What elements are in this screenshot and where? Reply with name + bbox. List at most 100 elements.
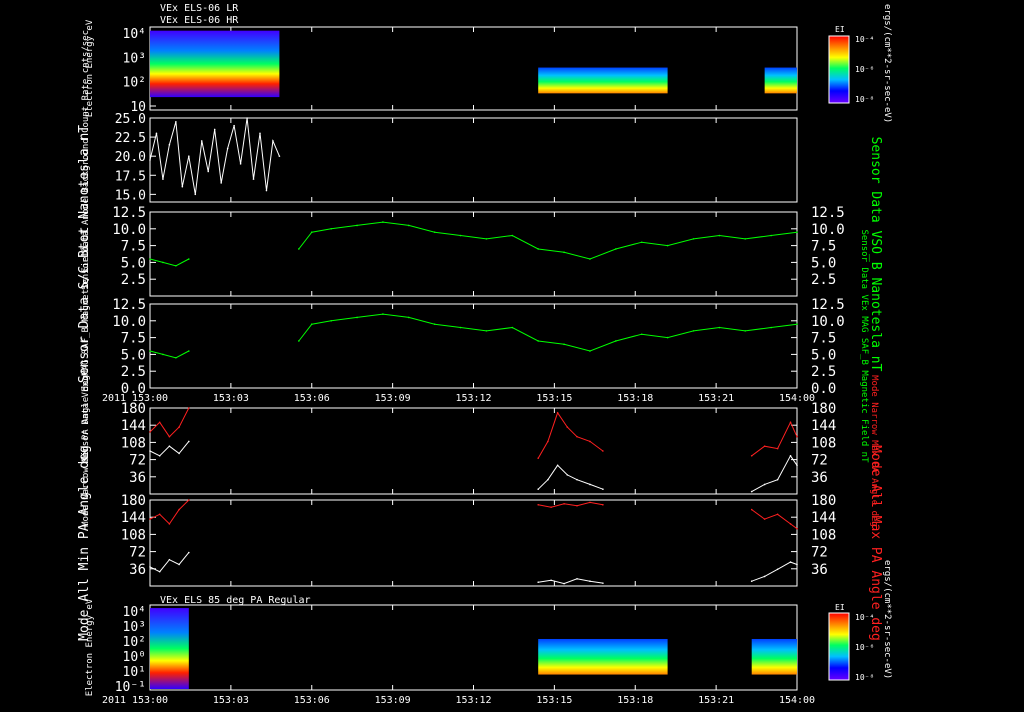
- header-line-2: VEx ELS-06 HR: [160, 15, 239, 26]
- colorbar-top-label: EI: [835, 25, 845, 34]
- data-point: [459, 234, 462, 237]
- data-point: [168, 523, 171, 525]
- data-point: [213, 128, 216, 131]
- y-tick-label: 10¹: [123, 665, 146, 680]
- data-point: [272, 140, 274, 142]
- panel-frame: [149, 303, 798, 389]
- data-point: [485, 330, 488, 332]
- series-line-1: [149, 552, 798, 585]
- data-point: [692, 330, 695, 332]
- data-point: [200, 140, 203, 142]
- colorbar-top-scale: [828, 35, 850, 104]
- data-point: [640, 333, 643, 336]
- y-tick-label-right: 2.5: [811, 364, 836, 380]
- data-point: [382, 221, 384, 223]
- data-point: [615, 248, 617, 250]
- y-tick-label-right: 108: [811, 435, 836, 451]
- data-point: [149, 450, 151, 452]
- data-point: [188, 155, 190, 157]
- y-tick-label: 10.0: [112, 314, 146, 330]
- colorbar-top-tick: 10⁻⁸: [855, 95, 874, 104]
- data-point: [188, 258, 190, 260]
- panel-els-lr-hr: 10⁴10³10²10Electron Energy eV: [85, 19, 798, 117]
- data-point: [537, 248, 539, 250]
- data-point: [511, 326, 514, 329]
- data-point: [149, 518, 151, 520]
- data-point: [278, 155, 281, 157]
- data-point: [789, 454, 792, 457]
- panel-frame: [149, 117, 798, 203]
- series-line-0: [149, 407, 798, 459]
- data-point: [796, 231, 798, 233]
- y-axis-label-right: Sensor Data VEx MAG SAF_B Magnetic Field…: [859, 230, 869, 464]
- time-tick-label: 154:00: [779, 695, 815, 706]
- data-point: [158, 513, 161, 516]
- data-point: [563, 503, 565, 505]
- series-line-0: [149, 313, 798, 359]
- panel-frame: [149, 407, 798, 495]
- time-tick-label: 153:09: [375, 695, 411, 706]
- data-point: [589, 580, 591, 583]
- data-point: [718, 234, 721, 237]
- data-point: [576, 578, 578, 580]
- y-tick-label: 10³: [123, 51, 146, 66]
- y-tick-label: 10⁴: [123, 605, 146, 620]
- panels: 10⁴10³10²10Electron Energy eV25.022.520.…: [77, 19, 883, 696]
- series-line-1: [149, 441, 798, 493]
- data-point: [459, 326, 462, 329]
- data-point: [796, 464, 798, 467]
- year-label: 2011: [102, 695, 126, 706]
- data-point: [168, 143, 171, 146]
- data-point: [175, 121, 177, 123]
- data-point: [718, 326, 721, 329]
- data-point: [576, 478, 578, 481]
- colorbar-top-unit: ergs/(cm**2-sr-sec-eV): [882, 4, 892, 123]
- data-point: [589, 258, 591, 260]
- data-point: [666, 244, 669, 247]
- time-tick-label: 154:00: [779, 393, 815, 404]
- y-tick-label: 5.0: [121, 255, 146, 271]
- time-tick-label: 153:09: [375, 393, 411, 404]
- data-point: [789, 561, 792, 563]
- data-point: [239, 163, 242, 165]
- y-tick-label-right: 10.0: [811, 314, 845, 330]
- data-point: [547, 478, 549, 481]
- y-tick-label-right: 144: [811, 510, 836, 526]
- data-point: [750, 508, 753, 511]
- y-axis-label-right: Sensor Data VSO_B Nanotesla nT: [868, 137, 883, 372]
- spectrogram-block: [150, 608, 189, 689]
- header-line-1: VEx ELS-06 LR: [160, 3, 239, 14]
- data-point: [259, 132, 261, 135]
- data-point: [770, 234, 772, 237]
- data-point: [566, 474, 569, 476]
- colorbar-bottom-label: EI: [835, 603, 845, 612]
- data-point: [162, 178, 164, 180]
- data-point: [330, 320, 332, 322]
- y-tick-label: 7.5: [121, 239, 146, 255]
- data-point: [310, 231, 313, 233]
- data-point: [408, 316, 410, 319]
- data-point: [158, 570, 161, 573]
- data-point: [796, 323, 798, 325]
- y-tick-label-right: 72: [811, 545, 828, 561]
- data-point: [168, 558, 171, 561]
- data-point: [602, 582, 604, 584]
- y-tick-label: 108: [121, 527, 146, 543]
- data-point: [744, 330, 747, 332]
- data-point: [298, 248, 300, 250]
- data-point: [226, 147, 229, 150]
- spectrogram-block: [751, 638, 797, 675]
- panel-els-85deg: 10⁴10³10²10⁰10¹10⁻¹ Electron Energy eV VEx…: [85, 595, 798, 696]
- panel-mag-saf-b: 12.5 12.510.0 10.07.5 7.55.0 5.02.5 2.50.0 0.0…: [81, 229, 869, 463]
- data-point: [763, 445, 766, 448]
- y-tick-label: 180: [121, 493, 146, 509]
- data-point: [246, 117, 248, 119]
- y-axis-label-right: Mode All Max PA Angle deg: [868, 445, 883, 641]
- colorbar-bottom: EI 10⁻⁴ 10⁻⁶ 10⁻⁸ ergs/(cm**2-sr-sec-eV): [828, 560, 892, 682]
- data-point: [589, 440, 591, 443]
- panel-sc-btot: 12.5 12.510.0 10.07.5 7.55.0 5.02.5 2.5Sensor…: [77, 125, 883, 383]
- y-tick-label: 10⁴: [123, 27, 146, 42]
- y-tick-label-right: 2.5: [811, 272, 836, 288]
- data-point: [776, 478, 779, 481]
- data-point: [310, 323, 313, 325]
